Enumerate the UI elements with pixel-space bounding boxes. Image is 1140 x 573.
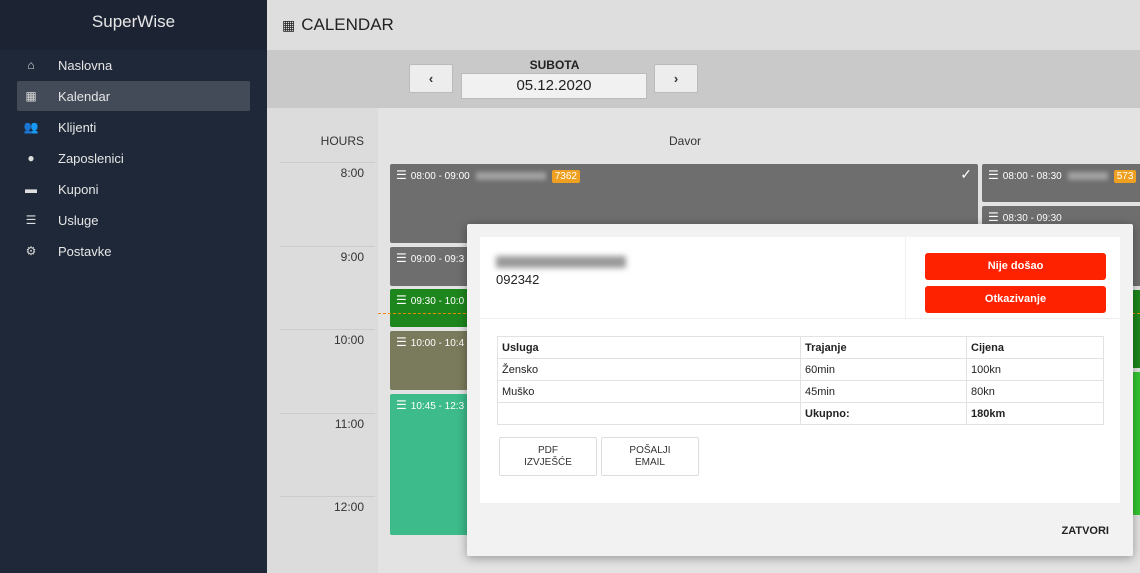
prev-day-button[interactable]: ‹ xyxy=(409,64,453,93)
no-show-button[interactable]: Nije došao xyxy=(925,253,1106,280)
menu-icon: ☰ xyxy=(396,293,407,307)
date-navigation xyxy=(267,50,1140,108)
sidebar-item-label: Usluge xyxy=(58,212,99,228)
event-badge: 573 xyxy=(1113,170,1137,183)
menu-icon: ☰ xyxy=(396,168,407,182)
services-table: Usluga Trajanje Cijena Žensko 60min 100kn Mu… xyxy=(497,336,1104,425)
sidebar-item-label: Klijenti xyxy=(58,119,97,135)
event-time: 08:00 - 08:30 xyxy=(1002,171,1062,182)
sidebar-item-usluge[interactable]: ☰ Usluge xyxy=(17,205,250,235)
calendar-icon: ▦ xyxy=(25,89,37,103)
list-icon: ☰ xyxy=(25,213,37,227)
event-time: 08:30 - 09:30 xyxy=(1002,213,1062,224)
client-name-blurred xyxy=(475,172,546,181)
total-value: 180km xyxy=(966,402,1104,425)
sidebar-item-klijenti[interactable]: 👥 Klijenti xyxy=(17,112,250,142)
hours-header: HOURS xyxy=(320,134,364,148)
sidebar-item-postavke[interactable]: ⚙ Postavke xyxy=(17,236,250,266)
sidebar-item-label: Kalendar xyxy=(58,88,111,104)
cell: 45min xyxy=(800,380,967,403)
sidebar-item-naslovna[interactable]: ⌂ Naslovna xyxy=(17,50,250,80)
hour-label: 10:00 xyxy=(280,329,375,347)
event-badge: 7362 xyxy=(551,170,580,183)
sidebar-item-label: Postavke xyxy=(58,243,112,259)
event-time: 09:30 - 10:0 xyxy=(410,296,465,307)
total-row: Ukupno: 180km xyxy=(497,402,1104,425)
client-name-blurred xyxy=(1067,172,1108,181)
pdf-report-button[interactable]: PDF IZVJEŠĆE xyxy=(499,437,597,476)
button-label: POŠALJI EMAIL xyxy=(629,444,671,468)
event-time: 08:00 - 09:00 xyxy=(410,171,470,182)
table-header: Usluga Trajanje Cijena xyxy=(497,336,1104,359)
sidebar: SuperWise ⌂ Naslovna ▦ Kalendar 👥 Klijenti … xyxy=(0,0,267,573)
hour-label: 12:00 xyxy=(280,496,375,514)
user-icon: ● xyxy=(27,151,35,165)
cell: Muško xyxy=(497,380,801,403)
sidebar-item-kuponi[interactable]: ▬ Kuponi xyxy=(17,174,250,204)
hour-label: 11:00 xyxy=(280,413,375,431)
divider xyxy=(905,237,906,318)
users-icon: 👥 xyxy=(23,120,39,134)
appointment-modal: 092342 Nije došao Otkazivanje Usluga Traj… xyxy=(467,224,1133,556)
cell: 100kn xyxy=(966,358,1104,381)
menu-icon: ☰ xyxy=(988,210,999,224)
close-button[interactable]: ZATVORI xyxy=(1062,525,1109,537)
gear-icon: ⚙ xyxy=(25,244,37,258)
cell xyxy=(497,402,801,425)
cancel-appointment-button[interactable]: Otkazivanje xyxy=(925,286,1106,313)
divider xyxy=(480,318,1120,319)
button-label: PDF IZVJEŠĆE xyxy=(524,444,572,468)
staff-column-header: Davor xyxy=(668,134,701,148)
event[interactable]: ☰ 08:00 - 08:30 573 xyxy=(982,164,1140,202)
brand-logo: SuperWise xyxy=(0,0,267,50)
modal-body: 092342 Nije došao Otkazivanje Usluga Traj… xyxy=(480,237,1120,503)
menu-icon: ☰ xyxy=(988,168,999,182)
client-phone: 092342 xyxy=(496,272,540,287)
sidebar-item-zaposlenici[interactable]: ● Zaposlenici xyxy=(17,143,250,173)
page-title: CALENDAR xyxy=(301,15,394,34)
ticket-icon: ▬ xyxy=(25,182,37,196)
home-icon: ⌂ xyxy=(27,58,35,72)
sidebar-item-label: Zaposlenici xyxy=(58,150,124,166)
sidebar-item-label: Naslovna xyxy=(58,57,113,73)
check-icon: ✓ xyxy=(960,166,972,182)
next-day-button[interactable]: › xyxy=(654,64,698,93)
hour-label: 8:00 xyxy=(280,162,375,180)
menu-icon: ☰ xyxy=(396,251,407,265)
column-header: Usluga xyxy=(497,336,801,359)
cell: 80kn xyxy=(966,380,1104,403)
sidebar-item-kalendar[interactable]: ▦ Kalendar xyxy=(17,81,250,111)
hour-label: 9:00 xyxy=(280,246,375,264)
table-row: Muško 45min 80kn xyxy=(497,380,1104,403)
calendar-icon: ▦ xyxy=(282,16,296,33)
table-row: Žensko 60min 100kn xyxy=(497,358,1104,381)
event-time: 10:45 - 12:3 xyxy=(410,401,465,412)
client-name-blurred xyxy=(496,256,626,268)
send-email-button[interactable]: POŠALJI EMAIL xyxy=(601,437,699,476)
total-label: Ukupno: xyxy=(800,402,967,425)
cell: Žensko xyxy=(497,358,801,381)
page-header: ▦ CALENDAR xyxy=(267,0,1140,50)
event-time: 10:00 - 10:4 xyxy=(410,338,465,349)
date-field[interactable]: 05.12.2020 xyxy=(461,73,647,99)
menu-icon: ☰ xyxy=(396,398,407,412)
column-header: Trajanje xyxy=(800,336,967,359)
event-time: 09:00 - 09:3 xyxy=(410,254,465,265)
day-name: SUBOTA xyxy=(529,58,580,72)
column-header: Cijena xyxy=(966,336,1104,359)
menu-icon: ☰ xyxy=(396,335,407,349)
cell: 60min xyxy=(800,358,967,381)
sidebar-item-label: Kuponi xyxy=(58,181,99,197)
